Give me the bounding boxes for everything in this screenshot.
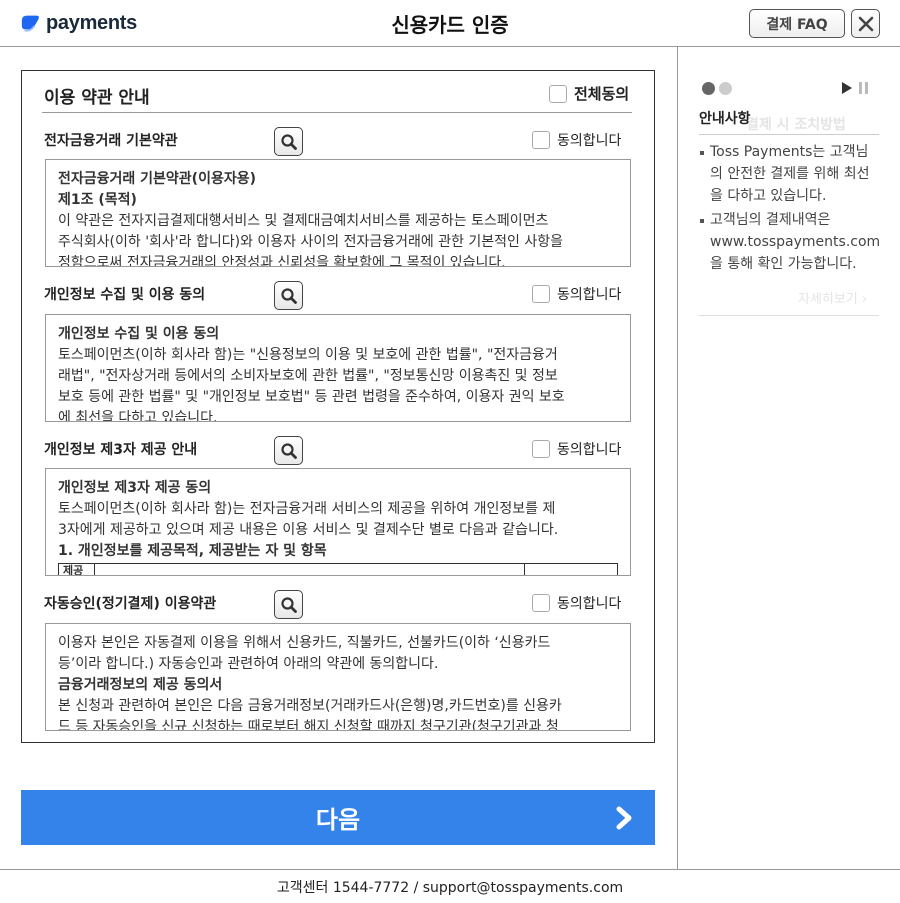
info-item: Toss Payments는 고객님의 안전한 결제를 위해 최선을 다하고 있… [699,141,879,207]
info-list: Toss Payments는 고객님의 안전한 결제를 위해 최선을 다하고 있… [699,141,881,275]
pause-icon[interactable] [857,81,871,95]
agree-label: 동의합니다 [557,287,622,303]
checkbox[interactable] [532,131,550,149]
terms-line: 이 약관은 전자지급결제대행서비스 및 결제대금예치서비스를 제공하는 토스페이… [58,213,549,229]
terms-line: 에 최선을 다하고 있습니다. [58,410,218,422]
close-button[interactable] [851,9,880,38]
terms-line: 전자금융거래 기본약관(이용자용) [58,171,256,187]
view-terms-button[interactable] [274,590,303,619]
checkbox[interactable] [532,440,550,458]
agree-label: 동의합니다 [557,133,622,149]
section-heading: 자동승인(정기결제) 이용약관 [44,596,217,612]
next-button-label: 다음 [315,806,361,834]
checkbox[interactable] [532,594,550,612]
section-heading: 개인정보 수집 및 이용 동의 [44,287,206,303]
faded-slide-title: 결제 시 조치방법 [746,117,846,133]
view-terms-button[interactable] [274,127,303,156]
view-terms-button[interactable] [274,436,303,465]
divider [699,134,879,135]
terms-line: 보호 등에 관한 법률" 및 "개인정보 보호법" 등 관련 법령을 준수하여,… [58,389,565,405]
terms-line: 래법", "전자상거래 등에서의 소비자보호에 관한 법률", "정보통신망 이… [58,368,558,384]
terms-title: 이용 약관 안내 [44,88,150,108]
terms-line: 정함으로써 전자금융거래의 안정성과 신뢰성을 확보함에 그 목적이 있습니다. [58,255,506,267]
magnifier-icon [280,596,297,613]
carousel-dot-active[interactable] [702,82,715,95]
info-url: www.tosspayments.com [710,234,881,250]
footer-divider [0,869,900,870]
terms-line: 금융거래정보의 제공 동의서 [58,677,223,693]
chevron-right-icon [616,806,632,830]
all-agree-label: 전체동의 [574,85,630,103]
section-heading: 개인정보 제3자 제공 안내 [44,442,198,458]
faded-more-link: 자세히보기 › [798,292,868,307]
table-header-cell: 제공 [59,564,95,575]
header: payments 신용카드 인증 결제 FAQ [0,0,900,47]
info-text: 을 통해 확인 가능합니다. [710,256,857,272]
faq-button[interactable]: 결제 FAQ [749,9,845,38]
magnifier-icon [280,133,297,150]
terms-content[interactable]: 개인정보 제3자 제공 동의 토스페이먼츠(이하 회사라 함)는 전자금융거래 … [45,468,631,576]
terms-line: 3자에게 제공하고 있으며 제공 내용은 이용 서비스 및 결제수단 별로 다음… [58,522,559,538]
checkbox[interactable] [549,84,567,103]
terms-content[interactable]: 이용자 본인은 자동결제 이용을 위해서 신용카드, 직불카드, 선불카드(이하… [45,623,631,731]
close-icon [858,16,873,31]
provision-table: 제공 [58,563,618,575]
panel-divider [677,47,678,869]
terms-line: 1. 개인정보를 제공목적, 제공받는 자 및 항목 [58,543,327,559]
terms-line: 본 신청과 관련하여 본인은 다음 금융거래정보(거래카드사(은행)명,카드번호… [58,698,562,714]
view-terms-button[interactable] [274,281,303,310]
info-title: 안내사항 [699,111,751,127]
agree-checkbox[interactable]: 동의합니다 [532,130,621,150]
next-button[interactable]: 다음 [21,790,655,845]
terms-line: 개인정보 수집 및 이용 동의 [58,326,220,342]
terms-line: 토스페이먼츠(이하 회사라 함)는 "신용정보의 이용 및 보호에 관한 법률"… [58,347,558,363]
divider [42,112,632,113]
terms-content[interactable]: 전자금융거래 기본약관(이용자용) 제1조 (목적) 이 약관은 전자지급결제대… [45,159,631,267]
all-agree-checkbox[interactable]: 전체동의 [549,83,629,104]
magnifier-icon [280,287,297,304]
terms-line: 등’이라 합니다.) 자동승인과 관련하여 아래의 약관에 동의합니다. [58,656,439,672]
agree-checkbox[interactable]: 동의합니다 [532,439,621,459]
agree-label: 동의합니다 [557,596,622,612]
play-icon[interactable] [841,81,853,95]
terms-line: 주식회사(이하 '회사'라 합니다)와 이용자 사이의 전자금융거래에 관한 기… [58,234,564,250]
agree-checkbox[interactable]: 동의합니다 [532,284,621,304]
terms-line: 토스페이먼츠(이하 회사라 함)는 전자금융거래 서비스의 제공을 위하여 개인… [58,501,556,517]
info-item: 고객님의 결제내역은 [699,209,879,231]
section-heading: 전자금융거래 기본약관 [44,133,178,149]
divider [699,315,879,316]
footer-contact: 고객센터 1544-7772 / support@tosspayments.co… [276,880,624,896]
terms-line: 드 등 자동승인을 신규 신청하는 때로부터 해지 신청할 때까지 청구기관(청… [58,719,559,731]
terms-box: 이용 약관 안내 전체동의 전자금융거래 기본약관 동의합니다 전자금융거래 기… [21,70,655,743]
agree-checkbox[interactable]: 동의합니다 [532,593,621,613]
terms-line: 개인정보 제3자 제공 동의 [58,480,212,496]
table-column-rule [524,564,525,575]
terms-line: 이용자 본인은 자동결제 이용을 위해서 신용카드, 직불카드, 선불카드(이하… [58,635,551,651]
carousel-dot[interactable] [719,82,732,95]
terms-line: 제1조 (목적) [58,192,137,208]
checkbox[interactable] [532,285,550,303]
carousel-controls [841,81,871,95]
agree-label: 동의합니다 [557,442,622,458]
carousel-indicators [702,82,736,95]
terms-content[interactable]: 개인정보 수집 및 이용 동의 토스페이먼츠(이하 회사라 함)는 "신용정보의… [45,314,631,422]
magnifier-icon [280,442,297,459]
